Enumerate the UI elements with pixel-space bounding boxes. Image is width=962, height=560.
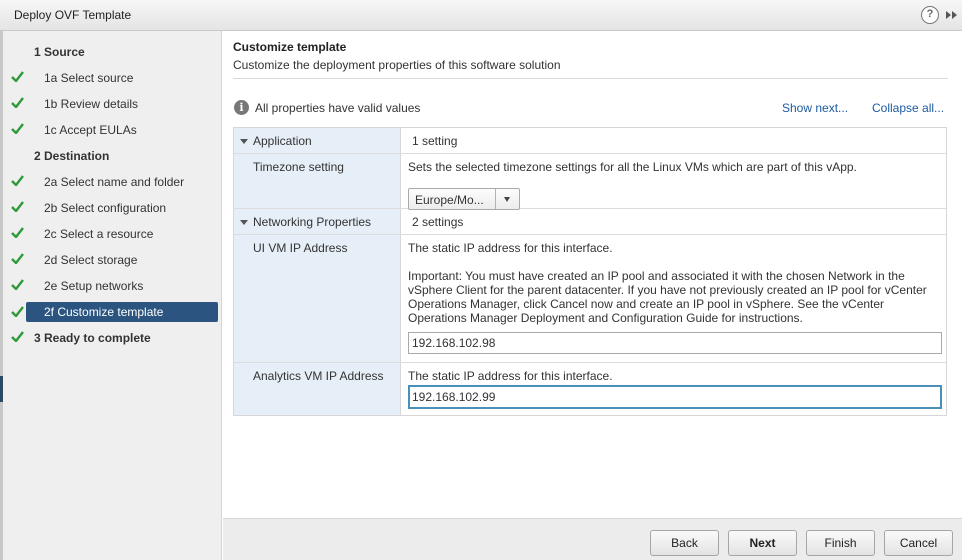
step-label: 2b Select configuration [44,201,167,215]
step-label: 2c Select a resource [44,227,154,241]
property-important-note: Important: You must have created an IP p… [408,269,927,325]
step-select-name-folder[interactable]: 2a Select name and folder [3,171,222,193]
info-icon: i [234,100,249,115]
property-description: The static IP address for this interface… [408,369,613,383]
collapse-all-link[interactable]: Collapse all... [872,101,944,115]
chevron-down-icon[interactable] [504,197,510,202]
step-setup-networks[interactable]: 2e Setup networks [3,275,222,297]
step-label: 2e Setup networks [44,279,144,293]
collapse-arrow-icon[interactable] [240,220,248,225]
group-count: 2 settings [412,215,464,229]
step-label: 1a Select source [44,71,134,85]
step-label: 1c Accept EULAs [44,123,137,137]
help-icon[interactable]: ? [921,6,939,24]
divider [233,78,948,79]
finish-button[interactable]: Finish [806,530,875,556]
step-accept-eulas[interactable]: 1c Accept EULAs [3,119,222,141]
dialog-title: Deploy OVF Template [14,8,132,22]
step-label: 2f Customize template [44,305,164,319]
properties-table: Application 1 setting Timezone setting S… [233,127,947,416]
checkmark-icon [11,175,24,186]
dialog-footer: Back Next Finish Cancel [223,518,962,560]
step-select-configuration[interactable]: 2b Select configuration [3,197,222,219]
checkmark-icon [11,331,24,342]
cancel-button[interactable]: Cancel [884,530,953,556]
dialog-title-bar: Deploy OVF Template ? [0,0,962,31]
analytics-vm-ip-input[interactable] [408,385,942,409]
property-row-ui-vm-ip: UI VM IP Address The static IP address f… [234,235,946,363]
step-destination: 2 Destination [3,145,222,167]
checkmark-icon [11,253,24,264]
step-label: 2 Destination [34,149,110,163]
main-panel: Customize template Customize the deploym… [223,31,962,518]
step-label: 1b Review details [44,97,139,111]
group-row-application[interactable]: Application 1 setting [234,128,946,154]
expand-panel-icon[interactable] [945,6,959,24]
checkmark-icon [11,279,24,290]
step-label: 3 Ready to complete [34,331,151,345]
step-select-source[interactable]: 1a Select source [3,67,222,89]
ui-vm-ip-input[interactable] [408,332,942,354]
property-label: Timezone setting [253,160,344,174]
next-button[interactable]: Next [728,530,797,556]
show-next-link[interactable]: Show next... [782,101,848,115]
checkmark-icon [11,227,24,238]
step-customize-template[interactable]: 2f Customize template [3,302,222,324]
group-label: Networking Properties [253,215,372,229]
select-value: Europe/Mo... [415,193,484,207]
property-row-timezone: Timezone setting Sets the selected timez… [234,154,946,210]
collapse-arrow-icon[interactable] [240,139,248,144]
step-label: 2d Select storage [44,253,138,267]
checkmark-icon [11,201,24,212]
page-title: Customize template [233,40,347,54]
property-label: Analytics VM IP Address [253,369,384,383]
step-label: 2a Select name and folder [44,175,185,189]
validation-status: All properties have valid values [255,101,421,115]
property-description: The static IP address for this interface… [408,241,613,255]
property-row-analytics-vm-ip: Analytics VM IP Address The static IP ad… [234,363,946,415]
wizard-steps-sidebar: 1 Source 1a Select source 1b Review deta… [3,31,222,560]
step-label: 1 Source [34,45,85,59]
checkmark-icon [11,97,24,108]
property-description: Sets the selected timezone settings for … [408,160,857,174]
step-select-resource[interactable]: 2c Select a resource [3,223,222,245]
checkmark-icon [11,71,24,82]
step-source: 1 Source [3,41,222,63]
group-row-networking[interactable]: Networking Properties 2 settings [234,209,946,235]
step-ready-to-complete[interactable]: 3 Ready to complete [3,327,222,349]
group-label: Application [253,134,312,148]
property-label: UI VM IP Address [253,241,348,255]
checkmark-icon [11,306,24,317]
step-review-details[interactable]: 1b Review details [3,93,222,115]
group-count: 1 setting [412,134,458,148]
timezone-select[interactable]: Europe/Mo... [408,188,520,210]
checkmark-icon [11,123,24,134]
step-select-storage[interactable]: 2d Select storage [3,249,222,271]
page-subtitle: Customize the deployment properties of t… [233,58,561,72]
back-button[interactable]: Back [650,530,719,556]
